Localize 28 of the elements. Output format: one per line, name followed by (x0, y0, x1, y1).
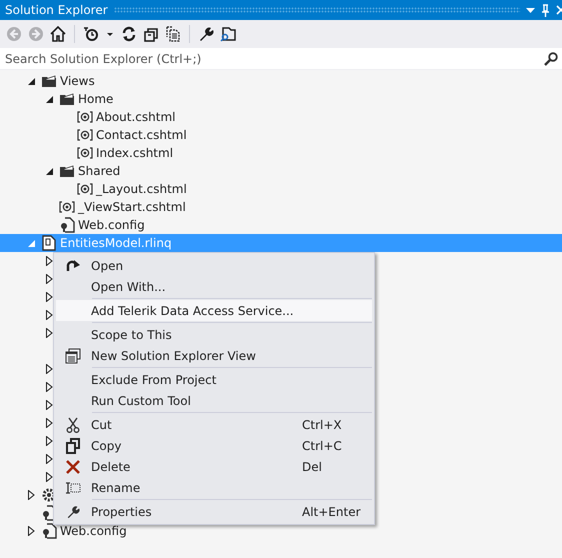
tree-item-label: Web.config (78, 218, 145, 232)
menu-item-label: Cut (90, 418, 113, 432)
menu-item-label: Add Telerik Data Access Service... (90, 304, 295, 318)
tree-item-label: _ViewStart.cshtml (78, 200, 186, 214)
menu-item-label: Exclude From Project (90, 372, 218, 386)
tree-item-label: EntitiesModel.rlinq (60, 236, 172, 250)
menu-item-label: Scope to This (90, 328, 173, 342)
shortcut-text: Alt+Enter (302, 504, 362, 518)
menu-item-label: Delete (90, 460, 132, 474)
shortcut-text: Ctrl+X (302, 418, 343, 432)
tree-item-label: Web.config (60, 524, 127, 538)
tree-item-label: Home (78, 92, 114, 106)
menu-item-label: Copy (90, 438, 122, 452)
menu-item-label: Rename (90, 480, 142, 494)
tree-item-label: Contact.cshtml (96, 128, 187, 142)
tree-item-label: _Layout.cshtml (96, 182, 187, 196)
window-title: Solution Explorer (5, 3, 108, 17)
shortcut-text: Ctrl+C (302, 438, 343, 452)
menu-item-label: New Solution Explorer View (90, 348, 257, 362)
tree-item-label: About.cshtml (96, 110, 176, 124)
tree-item-label: Shared (78, 164, 120, 178)
menu-item-label: Properties (90, 504, 153, 518)
tree-item-label: Views (60, 74, 95, 88)
menu-item-label: Open With... (90, 280, 167, 294)
shortcut-text: Del (302, 460, 323, 474)
menu-item-label: Run Custom Tool (90, 394, 192, 408)
menu-item-label: Open (90, 258, 124, 272)
tree-item-label: Index.cshtml (96, 146, 174, 160)
